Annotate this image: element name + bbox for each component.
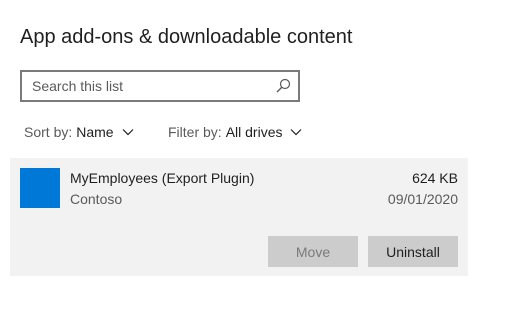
search-input[interactable] [22, 72, 272, 100]
list-item[interactable]: MyEmployees (Export Plugin) Contoso 624 … [10, 158, 468, 276]
move-button[interactable]: Move [268, 236, 358, 267]
add-ons-page: App add-ons & downloadable content Sort … [0, 0, 506, 311]
sort-dropdown[interactable]: Sort by: Name [24, 124, 134, 140]
sort-value: Name [76, 124, 114, 140]
filter-value: All drives [225, 124, 283, 140]
chevron-down-icon [291, 129, 302, 136]
filter-label: Filter by: [168, 124, 222, 140]
sort-label: Sort by: [24, 124, 73, 140]
page-title: App add-ons & downloadable content [20, 26, 353, 48]
uninstall-button[interactable]: Uninstall [368, 236, 458, 267]
chevron-down-icon [122, 129, 134, 136]
app-size: 624 KB [412, 170, 458, 186]
search-icon[interactable] [275, 78, 291, 94]
app-tile-icon [20, 168, 60, 208]
app-name: MyEmployees (Export Plugin) [70, 170, 255, 186]
app-date: 09/01/2020 [387, 191, 458, 207]
app-publisher: Contoso [70, 191, 123, 207]
search-box[interactable] [20, 70, 300, 102]
filter-dropdown[interactable]: Filter by: All drives [168, 124, 302, 140]
